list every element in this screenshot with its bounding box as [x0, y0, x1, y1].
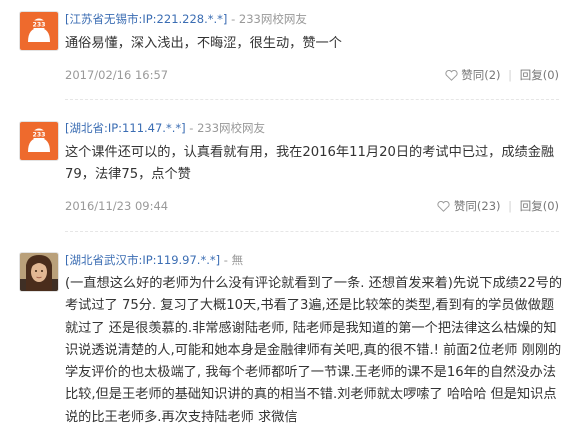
- portrait-avatar-icon: [20, 253, 58, 291]
- user-name: 無: [231, 253, 244, 267]
- user-location: [湖北省武汉市:IP:119.97.*.*]: [65, 253, 221, 267]
- comment-item: [湖北省武汉市:IP:119.97.*.*] - 無 (一直想这么好的老师为什么…: [0, 0, 571, 434]
- comment-text: (一直想这么好的老师为什么没有评论就看到了一条. 还想首发来着)先说下成绩22号…: [65, 276, 563, 425]
- comment-meta: [湖北省武汉市:IP:119.97.*.*] - 無: [65, 253, 244, 267]
- user-avatar: [19, 252, 59, 292]
